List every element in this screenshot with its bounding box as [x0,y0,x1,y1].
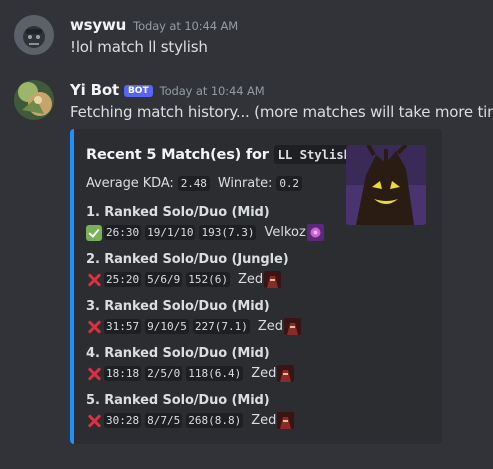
champion-name: Zed [251,413,277,428]
bot-name-row: Yi Bot BOT Today at 10:44 AM [70,81,265,99]
match-entry: 5. Ranked Solo/Duo (Mid) 30:28 8/7/5 268… [86,393,295,429]
embed-thumbnail[interactable] [346,145,426,225]
match-duration: 30:28 [104,413,142,428]
user-avatar[interactable] [14,15,54,55]
match-title: 1. Ranked Solo/Duo (Mid) [86,205,270,220]
username[interactable]: wsywu Today at 10:44 AM [70,16,238,34]
match-kda: 2/5/0 [145,366,183,381]
match-title: 5. Ranked Solo/Duo (Mid) [86,393,270,408]
match-duration: 18:18 [104,366,142,381]
embed-summary: Average KDA: 2.48 Winrate: 0.2 [86,176,302,191]
match-title: 4. Ranked Solo/Duo (Mid) [86,346,270,361]
zed-champion-icon [264,271,282,288]
zed-champion-icon [277,365,295,382]
author-name[interactable]: Yi Bot [70,81,119,99]
message-wsywu: wsywu Today at 10:44 AM !lol match ll sty… [0,0,493,70]
match-title: 3. Ranked Solo/Duo (Mid) [86,299,270,314]
loss-cross-icon [86,413,102,429]
match-duration: 26:30 [104,225,142,240]
embed-title-text: Recent 5 Match(es) for [86,147,269,163]
message-timestamp: Today at 10:44 AM [159,84,265,98]
match-stats: 18:18 2/5/0 118(6.4) Zed [86,365,295,382]
match-cs: 193(7.3) [199,225,257,240]
match-duration: 25:20 [104,272,142,287]
match-cs: 118(6.4) [186,366,244,381]
match-entry: 2. Ranked Solo/Duo (Jungle) 25:20 5/6/9 … [86,252,289,288]
match-kda: 9/10/5 [145,319,189,334]
message-content: Fetching match history... (more matches … [70,103,493,121]
champion-name: Zed [238,272,264,287]
match-entry: 3. Ranked Solo/Duo (Mid) 31:57 9/10/5 22… [86,299,302,335]
match-entry: 4. Ranked Solo/Duo (Mid) 18:18 2/5/0 118… [86,346,295,382]
win-check-icon [86,224,102,241]
loss-cross-icon [86,272,102,288]
loss-cross-icon [86,319,102,335]
message-content: !lol match ll stylish [70,38,208,56]
kda-value: 2.48 [177,176,210,191]
embed-title: Recent 5 Match(es) for LL Stylish [86,145,355,164]
match-kda: 19/1/10 [145,225,196,240]
bot-tag: BOT [123,85,153,97]
message-timestamp: Today at 10:44 AM [133,19,239,33]
winrate-label: Winrate: [217,176,273,191]
embed-accent-bar [70,129,74,444]
match-duration: 31:57 [104,319,142,334]
bot-avatar[interactable] [14,80,54,120]
loss-cross-icon [86,366,102,382]
match-stats: 30:28 8/7/5 268(8.8) Zed [86,412,295,429]
match-stats: 25:20 5/6/9 152(6) Zed [86,271,289,288]
match-cs: 152(6) [186,272,230,287]
match-stats: 31:57 9/10/5 227(7.1) Zed [86,318,302,335]
champion-name: Zed [251,366,277,381]
match-history-embed: Recent 5 Match(es) for LL Stylish Averag… [70,129,442,444]
match-title: 2. Ranked Solo/Duo (Jungle) [86,252,289,267]
zed-champion-icon [284,318,302,335]
winrate-value: 0.2 [276,176,302,191]
match-kda: 8/7/5 [145,413,183,428]
kda-label: Average KDA: [86,176,174,191]
zed-champion-icon [277,412,295,429]
match-stats: 26:30 19/1/10 193(7.3) Velkoz [86,224,324,241]
velkoz-champion-icon [306,224,324,241]
champion-name: Velkoz [264,225,306,240]
match-kda: 5/6/9 [145,272,183,287]
match-cs: 227(7.1) [192,319,250,334]
champion-name: Zed [257,319,284,334]
author-name[interactable]: wsywu [70,16,126,34]
match-cs: 268(8.8) [186,413,244,428]
summoner-name-code: LL Stylish [273,145,355,164]
match-entry: 1. Ranked Solo/Duo (Mid) 26:30 19/1/10 1… [86,205,324,241]
